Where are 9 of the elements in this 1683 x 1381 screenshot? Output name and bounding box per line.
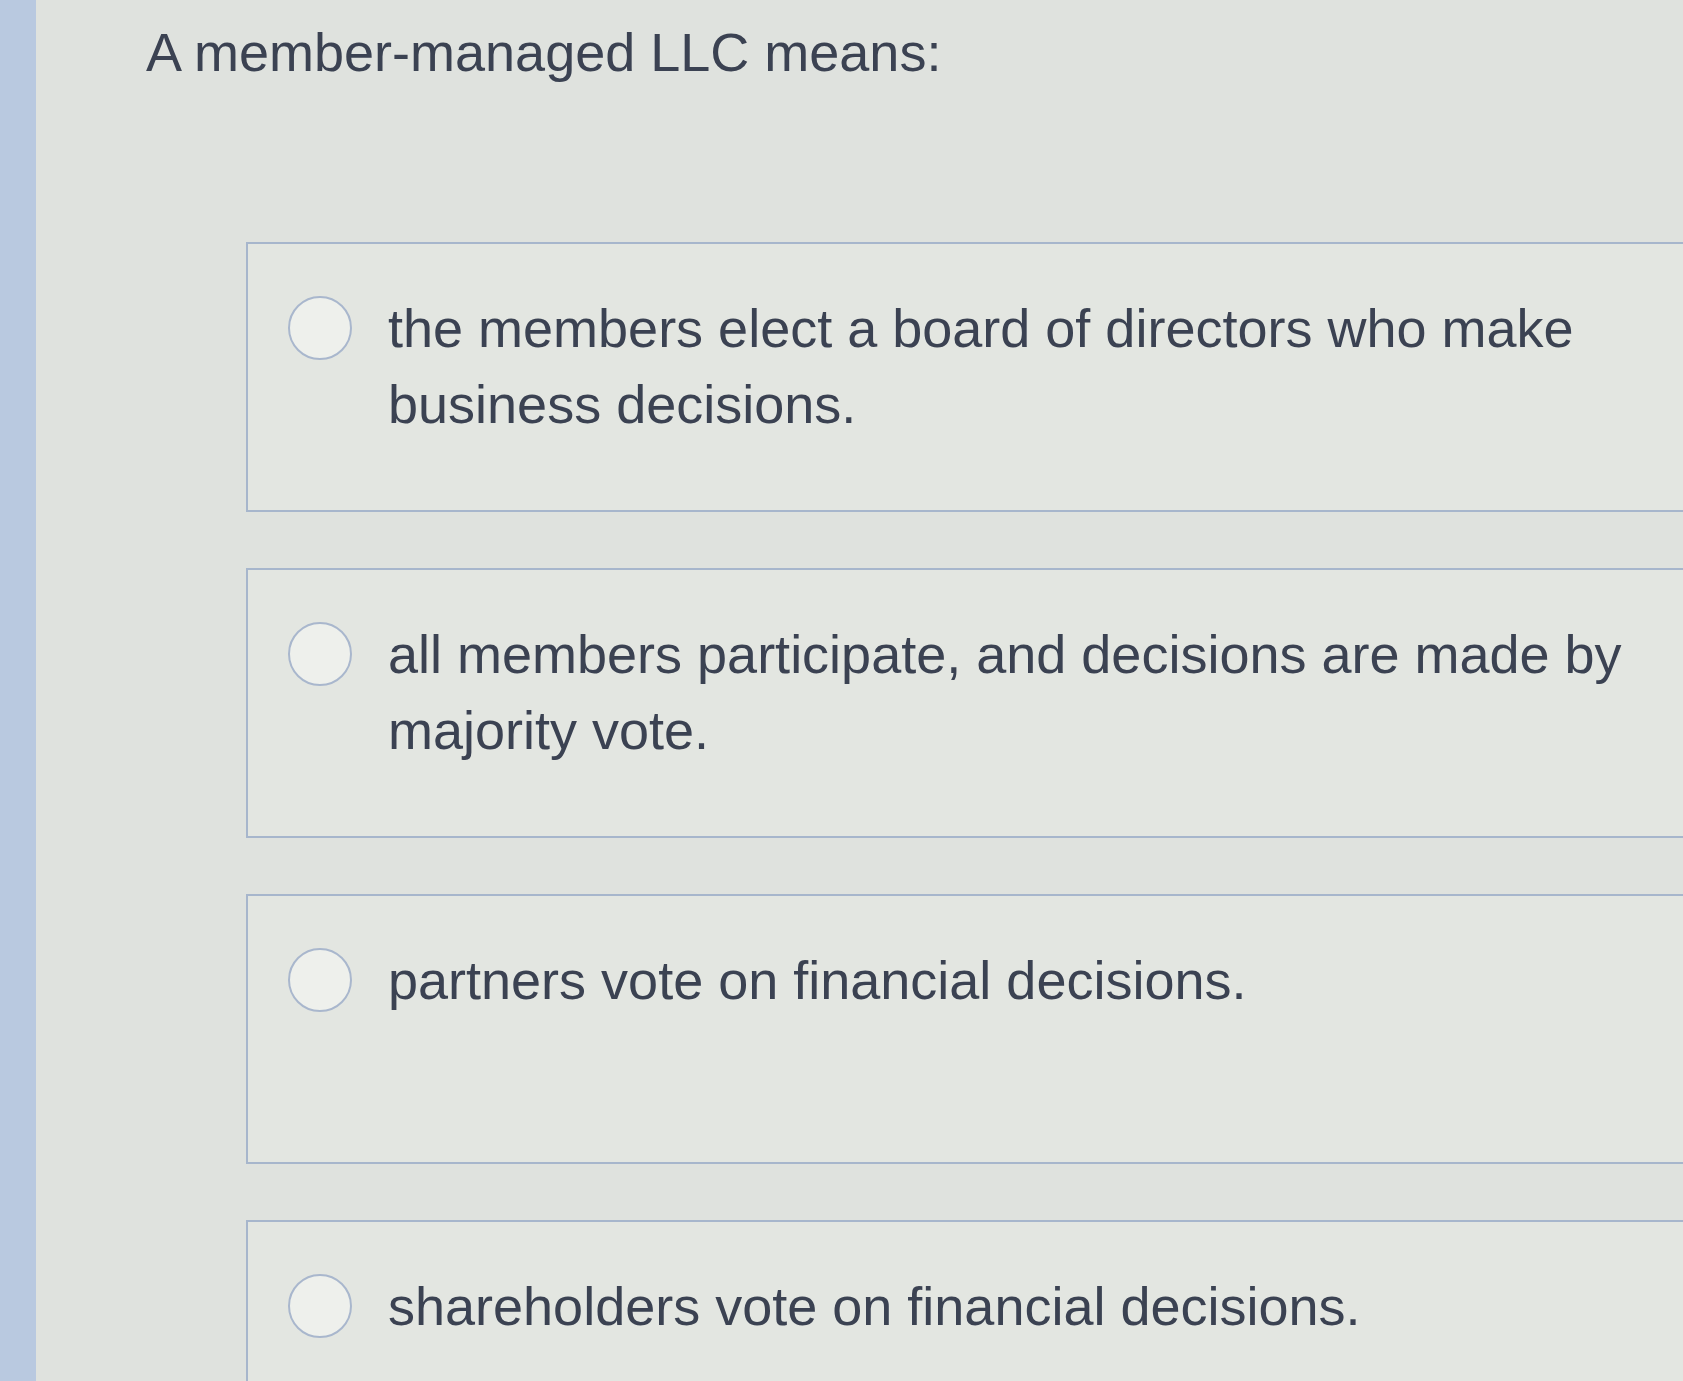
question-text: A member-managed LLC means: bbox=[146, 22, 943, 82]
answer-option[interactable]: all members participate, and decisions are made by majority vote. bbox=[246, 568, 1683, 838]
option-label: shareholders vote on financial decisions. bbox=[388, 1275, 1361, 1338]
answer-option[interactable]: the members elect a board of directors who make business decisions. bbox=[246, 242, 1683, 512]
option-label: partners vote on financial decisions. bbox=[388, 949, 1247, 1012]
option-label: all members participate, and decisions are made by majority vote. bbox=[388, 623, 1623, 762]
answer-option[interactable]: partners vote on financial decisions. bbox=[246, 894, 1683, 1164]
option-label: the members elect a board of directors who make business decisions. bbox=[388, 297, 1575, 436]
answer-option[interactable]: shareholders vote on financial decisions. bbox=[246, 1220, 1683, 1381]
